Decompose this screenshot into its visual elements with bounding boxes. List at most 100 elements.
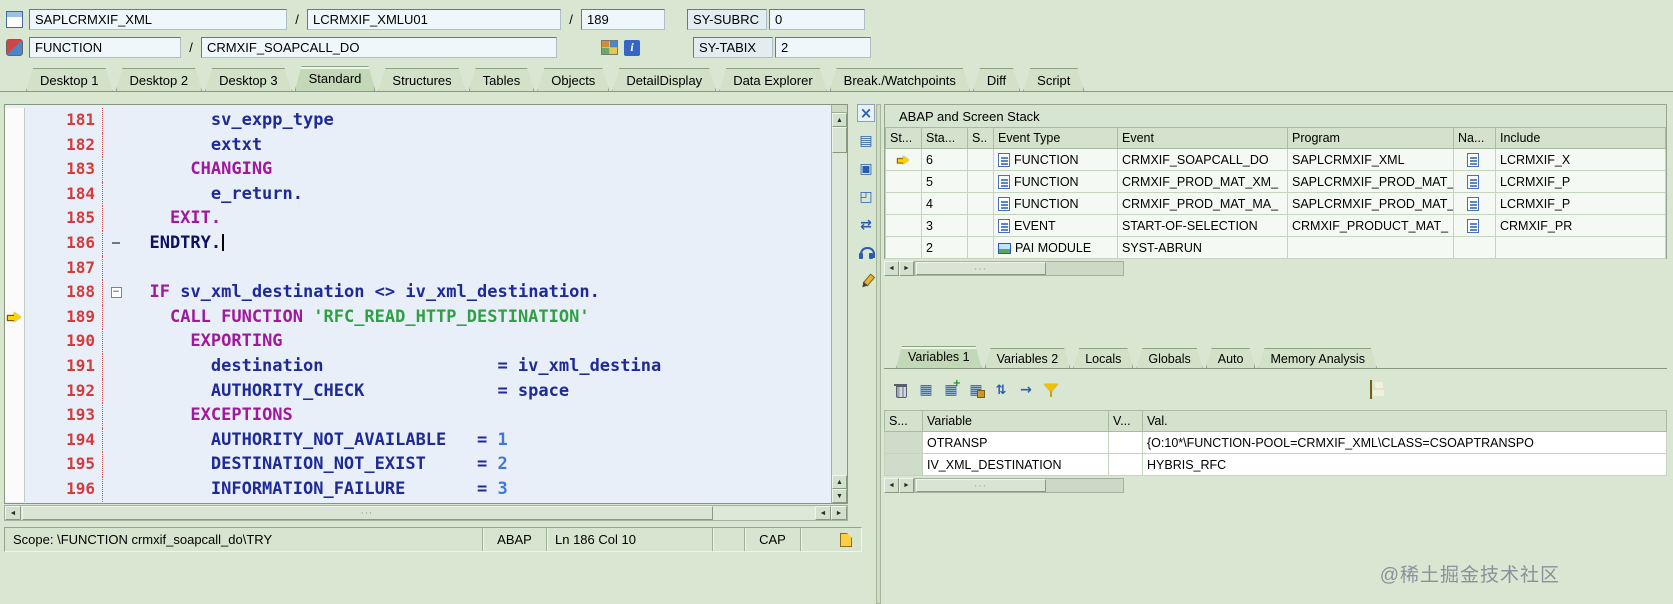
fold-margin[interactable]	[103, 329, 129, 354]
scroll-left-button[interactable]: ◄	[884, 261, 899, 276]
editor-lines[interactable]: 181 sv_expp_type 182 extxt 183 CHANGING 184…	[5, 105, 831, 503]
variables-column-header-variable[interactable]: Variable	[922, 410, 1109, 432]
structure-icon[interactable]	[601, 40, 618, 55]
table-add-icon[interactable]	[942, 378, 961, 399]
variable-name-cell[interactable]: IV_XML_DESTINATION	[922, 453, 1109, 476]
edit-icon[interactable]	[857, 272, 875, 290]
fold-margin[interactable]	[103, 157, 129, 182]
tab-structures[interactable]: Structures	[378, 68, 465, 91]
fold-margin[interactable]	[103, 477, 129, 502]
breakpoint-margin[interactable]	[5, 157, 25, 182]
stack-column-header-st[interactable]: St...	[885, 127, 922, 149]
close-icon[interactable]	[857, 104, 875, 122]
event-name-field[interactable]: CRMXIF_SOAPCALL_DO	[201, 37, 557, 58]
delete-icon[interactable]	[892, 381, 910, 399]
fold-margin[interactable]	[103, 354, 129, 379]
fold-margin[interactable]	[103, 452, 129, 477]
breakpoint-margin[interactable]	[5, 452, 25, 477]
tab-diff[interactable]: Diff	[973, 68, 1020, 91]
breakpoint-margin[interactable]	[5, 403, 25, 428]
split-handle[interactable]	[832, 105, 847, 113]
scroll-left-button[interactable]: ◄	[815, 506, 831, 520]
stack-row[interactable]: 2 PAI MODULE SYST-ABRUN	[885, 236, 1666, 259]
sy-tabix-value[interactable]: 2	[775, 37, 871, 58]
tab-memory-analysis[interactable]: Memory Analysis	[1258, 348, 1376, 368]
variables-column-header-v[interactable]: V...	[1108, 410, 1143, 432]
editor-vertical-scrollbar[interactable]: ▲ ▲ ▼	[831, 105, 847, 503]
navigation-icon[interactable]	[1466, 152, 1479, 167]
breakpoint-margin[interactable]	[5, 181, 25, 207]
tab-locals[interactable]: Locals	[1073, 348, 1133, 368]
sort-icon[interactable]	[992, 381, 1010, 399]
scroll-right-button[interactable]: ►	[831, 506, 847, 520]
tab-auto[interactable]: Auto	[1206, 348, 1256, 368]
scroll-right-button[interactable]: ►	[899, 261, 914, 276]
breakpoint-margin[interactable]	[5, 255, 25, 281]
breakpoint-margin[interactable]	[5, 132, 25, 158]
variables-column-header-val[interactable]: Val.	[1142, 410, 1667, 432]
fold-margin[interactable]	[103, 280, 129, 305]
scroll-left-button[interactable]: ◄	[5, 506, 21, 520]
scroll-right-button[interactable]: ►	[899, 478, 914, 493]
scroll-track[interactable]: ∙∙∙	[21, 506, 815, 520]
swap-icon[interactable]	[857, 216, 875, 234]
breakpoint-margin[interactable]	[5, 353, 25, 379]
tab-variables-2[interactable]: Variables 2	[985, 348, 1071, 368]
breakpoint-margin[interactable]	[5, 427, 25, 453]
variables-column-header-s[interactable]: S...	[884, 410, 923, 432]
navigation-icon[interactable]	[1466, 174, 1479, 189]
scroll-track[interactable]: ∙∙∙	[914, 261, 1124, 276]
move-icon[interactable]	[1017, 381, 1035, 399]
stack-column-header-na[interactable]: Na...	[1453, 127, 1496, 149]
fold-margin[interactable]	[103, 305, 129, 330]
breakpoint-margin[interactable]	[5, 280, 25, 305]
tab-objects[interactable]: Objects	[537, 68, 609, 91]
tab-script[interactable]: Script	[1023, 68, 1084, 91]
variable-value-cell[interactable]: {O:10*\FUNCTION-POOL=CRMXIF_XML\CLASS=CS…	[1142, 431, 1667, 454]
tab-desktop-2[interactable]: Desktop 2	[116, 68, 203, 91]
table-icon[interactable]	[917, 381, 935, 399]
tab-desktop-1[interactable]: Desktop 1	[26, 68, 113, 91]
event-type-field[interactable]: FUNCTION	[29, 37, 181, 58]
breakpoint-margin[interactable]	[5, 378, 25, 404]
navigation-icon[interactable]	[1466, 196, 1479, 211]
info-icon[interactable]	[624, 39, 640, 56]
navigation-icon[interactable]	[1466, 218, 1479, 233]
horizontal-scroll-thumb[interactable]: ∙∙∙	[22, 506, 713, 520]
fold-margin[interactable]	[103, 403, 129, 428]
horizontal-scroll-thumb[interactable]: ∙∙∙	[916, 262, 1046, 275]
sy-subrc-value[interactable]: 0	[769, 9, 865, 30]
stack-row[interactable]: 6 FUNCTION CRMXIF_SOAPCALL_DO SAPLCRMXIF_XM…	[885, 148, 1666, 171]
horizontal-scroll-thumb[interactable]: ∙∙∙	[916, 479, 1046, 492]
fold-margin[interactable]	[103, 256, 129, 281]
line-number-field[interactable]: 189	[581, 9, 665, 30]
variables-table[interactable]: S... Variable V... Val. OTRANSP {O:10*\FUNCTI…	[884, 410, 1667, 476]
tab-desktop-3[interactable]: Desktop 3	[205, 68, 292, 91]
breakpoint-margin[interactable]	[5, 206, 25, 231]
variable-select-cell[interactable]	[884, 431, 923, 454]
fold-margin[interactable]	[103, 231, 129, 256]
tab-break-watchpoints[interactable]: Break./Watchpoints	[830, 68, 970, 91]
tab-variables-1[interactable]: Variables 1	[896, 346, 982, 368]
stack-column-header-event-type[interactable]: Event Type	[993, 127, 1118, 149]
stack-row[interactable]: 5 FUNCTION CRMXIF_PROD_MAT_XM_ SAPLCRMXIF_P…	[885, 170, 1666, 193]
tab-standard[interactable]: Standard	[295, 66, 376, 91]
variable-select-cell[interactable]	[884, 453, 923, 476]
scroll-down-button[interactable]: ▼	[832, 489, 847, 503]
stack-horizontal-scrollbar[interactable]: ◄ ► ∙∙∙	[884, 261, 1667, 276]
stack-row[interactable]: 3 EVENT START-OF-SELECTION CRMXIF_PRODUCT_M…	[885, 214, 1666, 237]
fold-margin[interactable]	[103, 206, 129, 231]
copy-icon[interactable]	[857, 132, 875, 150]
variable-value-cell[interactable]: HYBRIS_RFC	[1142, 453, 1667, 476]
scroll-track[interactable]: ∙∙∙	[914, 478, 1124, 493]
tab-globals[interactable]: Globals	[1136, 348, 1202, 368]
stack-table[interactable]: St... Sta... S.. Event Type Event Program Na..…	[885, 127, 1666, 259]
scroll-track[interactable]	[832, 153, 847, 475]
fold-margin[interactable]	[103, 428, 129, 453]
breakpoint-margin[interactable]	[5, 108, 25, 133]
scroll-up-button[interactable]: ▲	[832, 113, 847, 127]
panel-splitter[interactable]	[876, 104, 881, 604]
breakpoint-margin[interactable]	[5, 476, 25, 502]
fold-margin[interactable]	[103, 108, 129, 133]
stack-column-header-sta[interactable]: Sta...	[921, 127, 968, 149]
